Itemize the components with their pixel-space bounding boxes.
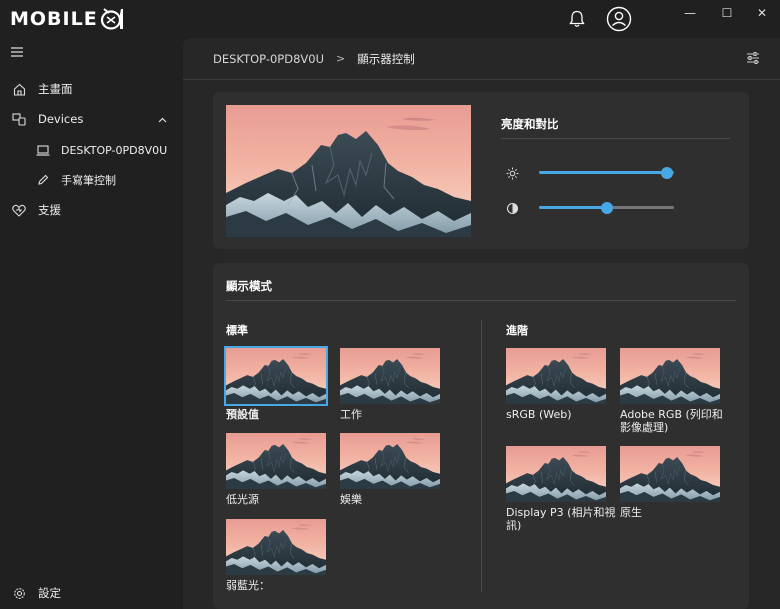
sun-icon xyxy=(505,166,519,180)
mode-thumbnail xyxy=(226,519,326,575)
hamburger-icon[interactable] xyxy=(11,46,23,62)
brightness-contrast-title: 亮度和對比 xyxy=(501,117,559,131)
breadcrumb-device[interactable]: DESKTOP-0PD8V0U xyxy=(213,52,324,66)
mode-label: Display P3 (相片和視訊) xyxy=(506,506,616,532)
user-account-icon[interactable] xyxy=(606,6,632,32)
page-title: 顯示器控制 xyxy=(357,51,415,66)
sidebar-item-desktop[interactable]: DESKTOP-0PD8V0U xyxy=(0,137,183,163)
sidebar-item-devices[interactable]: Devices xyxy=(0,106,183,132)
mode-thumbnail xyxy=(226,433,326,489)
mode-default[interactable]: 預設值 xyxy=(224,346,328,421)
sidebar-item-label: DESKTOP-0PD8V0U xyxy=(61,143,168,157)
breadcrumb: DESKTOP-0PD8V0U > 顯示器控制 xyxy=(183,38,780,80)
sliders-icon[interactable] xyxy=(746,51,760,68)
mode-thumbnail xyxy=(340,433,440,489)
heart-support-icon xyxy=(12,203,26,217)
breadcrumb-separator: > xyxy=(336,52,346,65)
sidebar-item-label: 支援 xyxy=(38,203,61,217)
home-icon xyxy=(12,82,26,96)
minimize-button[interactable]: — xyxy=(670,0,710,26)
mode-label: Adobe RGB (列印和影像處理) xyxy=(620,408,723,434)
brightness-contrast-card: 亮度和對比 xyxy=(213,92,749,249)
mode-low-light[interactable]: 低光源 xyxy=(226,433,326,506)
mode-thumbnail xyxy=(506,446,606,502)
sidebar-item-label: 主畫面 xyxy=(38,82,73,96)
app-logo: MOBILE xyxy=(10,6,126,32)
mode-native[interactable]: 原生 xyxy=(620,446,720,519)
mode-label: 娛樂 xyxy=(340,493,362,506)
mode-thumbnail xyxy=(506,348,606,404)
chevron-up-icon[interactable] xyxy=(158,112,167,126)
close-button[interactable]: ✕ xyxy=(742,0,780,26)
mode-thumbnail xyxy=(620,348,720,404)
mode-thumbnail xyxy=(620,446,720,502)
mode-srgb[interactable]: sRGB (Web) xyxy=(506,348,606,421)
sidebar-item-home[interactable]: 主畫面 xyxy=(0,76,183,102)
contrast-icon xyxy=(505,201,519,215)
bell-icon[interactable] xyxy=(566,8,588,30)
sidebar-item-settings[interactable]: 設定 xyxy=(0,580,183,606)
brightness-slider[interactable] xyxy=(539,166,674,180)
standard-section-title: 標準 xyxy=(226,324,248,337)
display-preview-image xyxy=(226,105,471,237)
devices-icon xyxy=(12,112,26,126)
mode-label: 弱藍光： xyxy=(226,579,270,592)
pen-icon xyxy=(36,173,50,187)
divider xyxy=(501,138,730,139)
logo-text: MOBILE xyxy=(10,8,98,30)
gear-icon xyxy=(12,586,26,600)
sidebar-item-pen-control[interactable]: 手寫筆控制 xyxy=(0,167,183,193)
slider-thumb[interactable] xyxy=(661,167,674,179)
maximize-button[interactable]: ☐ xyxy=(707,0,747,26)
title-bar: MOBILE — ☐ ✕ xyxy=(0,0,780,38)
contrast-slider[interactable] xyxy=(539,201,674,215)
slider-thumb[interactable] xyxy=(600,202,613,214)
sidebar: 主畫面 Devices DESKTOP-0PD8V0U 手寫筆控制 支援 設定 xyxy=(0,38,183,609)
sidebar-item-label: 手寫筆控制 xyxy=(61,174,116,187)
mode-thumbnail xyxy=(340,348,440,404)
main-panel: DESKTOP-0PD8V0U > 顯示器控制 亮度和對比 顯示模式 標準 進階… xyxy=(183,38,780,609)
mode-label: 低光源 xyxy=(226,493,259,506)
display-mode-card: 顯示模式 標準 進階 預設值 工作 低光源 娛樂 弱藍光： sRGB (Web)… xyxy=(213,263,749,609)
mobile01-logo-icon xyxy=(100,8,123,30)
mode-label: 預設值 xyxy=(226,408,259,421)
laptop-icon xyxy=(36,143,50,157)
sidebar-item-support[interactable]: 支援 xyxy=(0,197,183,223)
mode-display-p3[interactable]: Display P3 (相片和視訊) xyxy=(506,446,615,532)
mode-work[interactable]: 工作 xyxy=(340,348,440,421)
advanced-section-title: 進階 xyxy=(506,324,528,337)
mode-adobe-rgb[interactable]: Adobe RGB (列印和影像處理) xyxy=(620,348,723,434)
divider xyxy=(226,300,736,301)
sidebar-item-label: 設定 xyxy=(38,586,61,600)
mode-low-blue-light[interactable]: 弱藍光： xyxy=(226,519,326,592)
display-mode-title: 顯示模式 xyxy=(226,279,272,293)
mode-thumbnail xyxy=(224,346,328,406)
mode-label: 原生 xyxy=(620,506,642,519)
vertical-divider xyxy=(481,320,482,592)
mode-label: sRGB (Web) xyxy=(506,408,572,421)
mode-label: 工作 xyxy=(340,408,362,421)
sidebar-item-label: Devices xyxy=(38,112,84,126)
mode-entertainment[interactable]: 娛樂 xyxy=(340,433,440,506)
